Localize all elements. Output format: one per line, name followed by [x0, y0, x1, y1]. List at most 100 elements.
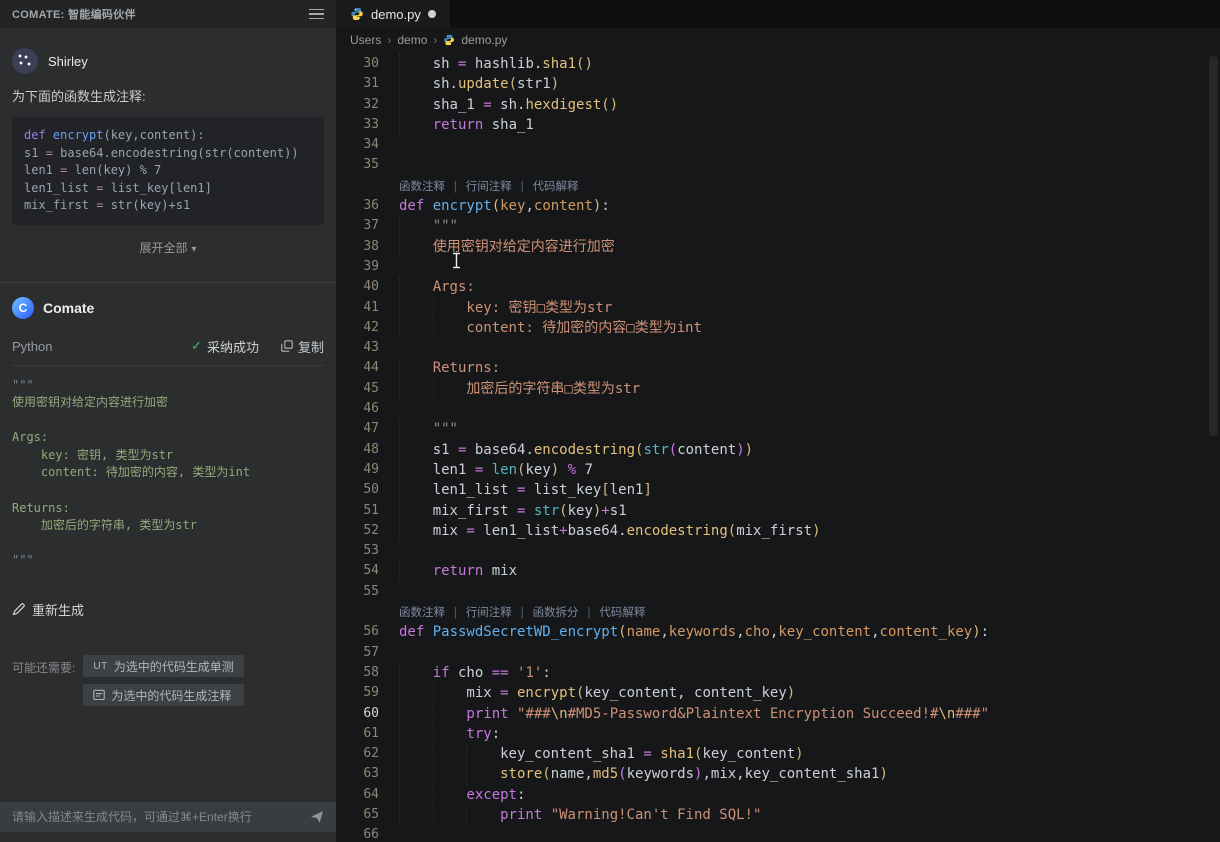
copy-button[interactable]: 复制: [281, 337, 324, 356]
tab-demo-py[interactable]: demo.py: [336, 0, 450, 28]
line-content: key_content_sha1 = sha1(key_content): [399, 744, 804, 765]
generate-comment-button[interactable]: 为选中的代码生成注释: [83, 684, 244, 707]
prompt-input[interactable]: [12, 810, 302, 824]
code-token: =: [474, 461, 484, 478]
codelens-action[interactable]: 函数拆分: [533, 605, 579, 619]
code-token: key_content: [778, 624, 872, 641]
codelens: 函数注释 | 行间注释 | 函数拆分 | 代码解释: [336, 602, 1220, 622]
codelens-action[interactable]: 行间注释: [466, 605, 512, 619]
user-name: Shirley: [48, 53, 88, 69]
code-line[interactable]: 64 except:: [336, 784, 1220, 805]
send-icon[interactable]: [310, 810, 324, 824]
code-token: return: [432, 116, 484, 133]
line-content: key: 密钥 □ 类型为str: [399, 297, 612, 318]
prompt-code-block: def encrypt(key,content): s1 = base64.enc…: [12, 117, 324, 225]
codelens-action[interactable]: 函数注释: [399, 605, 445, 619]
code-line[interactable]: 66: [336, 825, 1220, 842]
generate-unit-test-button[interactable]: UT 为选中的代码生成单测: [83, 655, 244, 678]
indent-guide: [432, 723, 467, 745]
code-line[interactable]: 34: [336, 135, 1220, 155]
modified-indicator[interactable]: [427, 10, 436, 18]
code-line[interactable]: 59 mix = encrypt(key_content, content_key…: [336, 683, 1220, 704]
code-lines[interactable]: 30 sh = hashlib. sha1() 31 sh. update(str1) 32…: [336, 52, 1220, 842]
breadcrumb-item-users[interactable]: Users: [350, 33, 381, 47]
code-line[interactable]: 55: [336, 582, 1220, 602]
code-line[interactable]: 42 content: 待加密的内容 □ 类型为int: [336, 317, 1220, 339]
result-line: Returns:: [12, 500, 70, 515]
assistant-row: Comate: [12, 296, 324, 319]
code-line[interactable]: 37 """: [336, 216, 1220, 237]
regenerate-button[interactable]: 重新生成: [12, 600, 324, 619]
code-line[interactable]: 56 def PasswdSecretWD_encrypt(name, keywor…: [336, 622, 1220, 642]
code-token: □: [626, 319, 635, 336]
code-token: \n: [550, 705, 568, 722]
indent-guide: [399, 378, 433, 400]
code-token: =: [643, 746, 652, 763]
vertical-scrollbar[interactable]: [1209, 56, 1218, 436]
code-line[interactable]: 58 if cho == '1':: [336, 662, 1220, 684]
codelens-action[interactable]: 函数注释: [399, 179, 445, 193]
line-content: len1_list = list_key[len1]: [399, 480, 652, 501]
code-token: 类型为str: [572, 380, 641, 397]
codelens-action[interactable]: 代码解释: [533, 179, 579, 193]
code-line[interactable]: 44 Returns:: [336, 358, 1220, 379]
code-line[interactable]: 53: [336, 541, 1220, 561]
code-line[interactable]: 63 store(name, md5(keywords) ,mix,key_conte…: [336, 764, 1220, 785]
line-number: 57: [363, 644, 379, 660]
prompt-label: 为下面的函数生成注释:: [12, 89, 146, 104]
menu-icon[interactable]: [309, 8, 324, 20]
code-line[interactable]: 49 len1 = len(key) % 7: [336, 459, 1220, 481]
code-line[interactable]: 32 sha_1 = sh. hexdigest(): [336, 94, 1220, 115]
code-line[interactable]: 65 print "Warning!Can't Find SQL!": [336, 804, 1220, 826]
code-line[interactable]: 31 sh. update(str1): [336, 74, 1220, 95]
line-content: s1 = base64. encodestring(str(content)): [399, 439, 753, 460]
code-token: keywords: [668, 624, 737, 641]
code-line[interactable]: 50 len1_list = list_key[len1]: [336, 480, 1220, 501]
indent-guide: [399, 74, 433, 95]
breadcrumb-item-demo[interactable]: demo: [397, 33, 427, 47]
code-line[interactable]: 47 """: [336, 419, 1220, 440]
code-token: except: [466, 786, 517, 803]
code-token: □: [536, 299, 545, 316]
code-line[interactable]: 35: [336, 155, 1220, 175]
codelens-action[interactable]: 行间注释: [466, 179, 512, 193]
codelens-action[interactable]: 代码解释: [599, 605, 645, 619]
expand-all-button[interactable]: 展开全部 ▾: [12, 239, 324, 256]
code-line[interactable]: 48 s1 = base64. encodestring(str(content)): [336, 439, 1220, 460]
snippet-line: def encrypt(key,content):: [24, 127, 312, 145]
line-content: """: [399, 216, 458, 237]
code-token: print: [500, 806, 551, 823]
code-line[interactable]: 45 加密后的字符串 □ 类型为str: [336, 378, 1220, 400]
code-token: (: [517, 461, 526, 478]
code-line[interactable]: 30 sh = hashlib. sha1(): [336, 54, 1220, 75]
line-number: 60: [363, 705, 379, 721]
code-line[interactable]: 57: [336, 643, 1220, 663]
indent-guide: [399, 439, 433, 460]
code-token: mix: [466, 685, 501, 702]
code-line[interactable]: 41 key: 密钥 □ 类型为str: [336, 297, 1220, 318]
breadcrumb-item-file[interactable]: demo.py: [461, 33, 507, 47]
code-token: %: [567, 461, 577, 478]
code-line[interactable]: 61 try:: [336, 723, 1220, 745]
code-line[interactable]: 62 key_content_sha1 = sha1(key_content): [336, 744, 1220, 765]
line-content: Args:: [399, 277, 475, 298]
code-line[interactable]: 39: [336, 257, 1220, 277]
code-line[interactable]: 38 使用密钥对给定内容进行加密: [336, 236, 1220, 257]
code-line[interactable]: 51 mix_first = str(key) + s1: [336, 500, 1220, 521]
code-line[interactable]: 46: [336, 399, 1220, 419]
code-line[interactable]: 60 print "### \n #MD5-Password&Plaintext En…: [336, 703, 1220, 724]
code-line[interactable]: 54 return mix: [336, 561, 1220, 582]
result-header: Python ✓ 采纳成功 复制: [12, 337, 324, 366]
code-line[interactable]: 43: [336, 338, 1220, 358]
code-line[interactable]: 40 Args:: [336, 277, 1220, 298]
code-token: #MD5-Password&Plaintext Encryption Succe…: [567, 705, 939, 722]
codelens-separator: |: [578, 605, 600, 620]
code-token: ,: [769, 624, 779, 641]
code-line[interactable]: 52 mix = len1_list + base64. encodestring(mi…: [336, 520, 1220, 542]
code-token: store: [500, 766, 543, 783]
code-line[interactable]: 36 def encrypt(key, content):: [336, 196, 1220, 216]
code-line[interactable]: 33 return sha_1: [336, 114, 1220, 136]
code-token: name: [626, 624, 661, 641]
code-token: if: [432, 664, 450, 681]
line-number: 66: [363, 827, 379, 842]
